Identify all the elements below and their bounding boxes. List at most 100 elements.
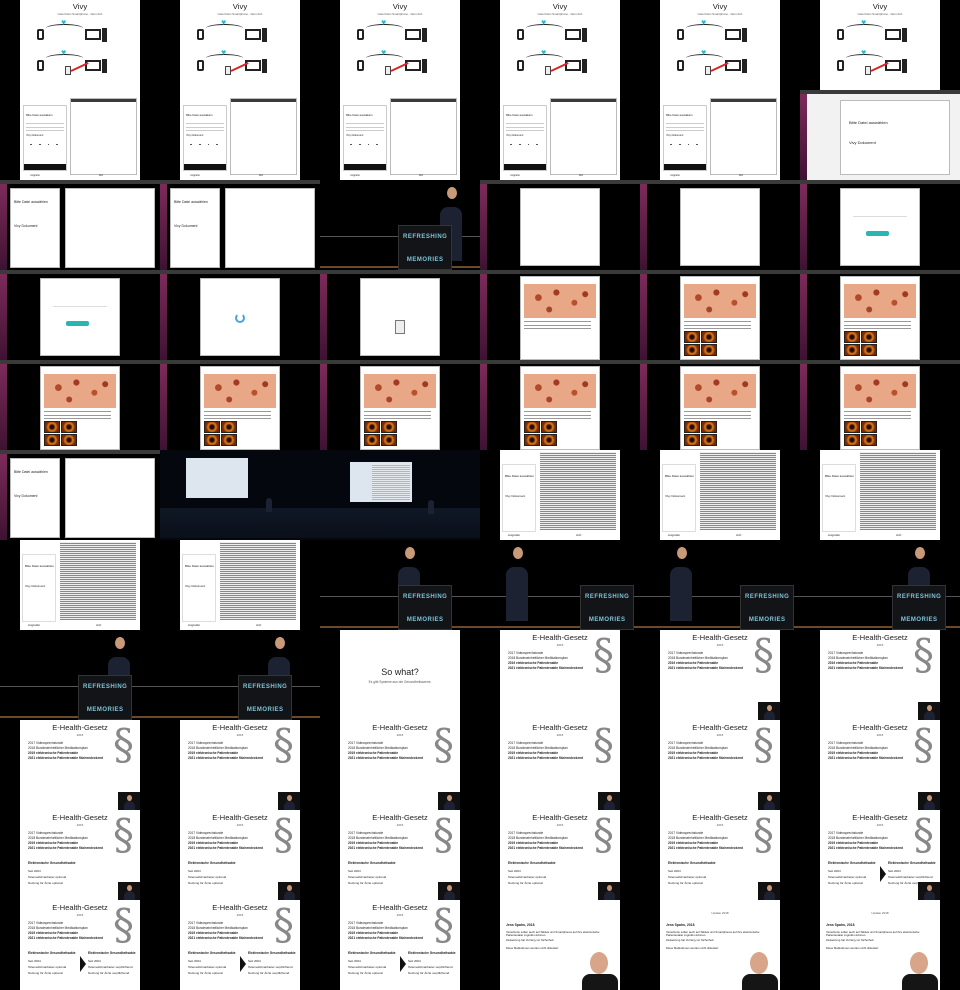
box-item: Nutzung für Ärzte optional [348, 881, 383, 885]
spahn-slide[interactable]: Update 2018 Jens Spahn, 2018 Versicherte s… [660, 900, 780, 990]
phone-heading: Bitte Datei auswählen [26, 113, 53, 117]
spahn-slide[interactable]: Update 2018 Jens Spahn, 2018 Versicherte s… [820, 900, 940, 990]
podium-text-1: REFRESHING [83, 684, 128, 690]
desktop-screen[interactable] [160, 270, 320, 360]
stage-view[interactable]: REFRESHING MEMORIES [480, 540, 640, 630]
desktop-screen[interactable] [480, 360, 640, 450]
ehealth-slide[interactable]: E-Health-Gesetz 2015 § 2017 Videosprechstun… [660, 720, 780, 810]
noise-slide[interactable]: Bitte Datei auswählen Vivy Dokument Angrei… [500, 450, 620, 540]
desktop-screen[interactable] [800, 180, 960, 270]
ehealth-slide[interactable]: E-Health-Gesetz 2015 § 2017 Videosprechstun… [820, 630, 940, 720]
desktop-screen[interactable] [0, 360, 160, 450]
vivy-slide[interactable]: Vivy Lässt Dein Smartphone - Dein Arzt ♥ ♥ B… [20, 0, 140, 180]
browser-window [225, 188, 315, 268]
stage-view[interactable]: REFRESHING MEMORIES [640, 540, 800, 630]
ehealth-item: 2019 elektronische Patientenakte [828, 751, 879, 755]
desktop-screen[interactable] [800, 270, 960, 360]
ehealth-item: 2019 elektronische Patientenakte [28, 931, 79, 935]
section-symbol: § [753, 630, 774, 679]
text-line [524, 414, 592, 416]
podium: REFRESHING MEMORIES [398, 225, 453, 270]
box-item: Nutzung für Ärzte verpflichtend [408, 971, 450, 975]
ehealth-item: 2021 elektronische Patientenakte flächen… [28, 936, 104, 940]
stage-view[interactable]: REFRESHING MEMORIES [160, 630, 320, 720]
desktop-screen[interactable]: Bitte Datei auswählen Vivy Dokument [0, 450, 160, 540]
ehealth-slide[interactable]: E-Health-Gesetz 2015 § 2017 Videosprechstun… [340, 720, 460, 810]
desktop-screen[interactable] [480, 180, 640, 270]
noise-slide[interactable]: Bitte Datei auswählen Vivy Dokument Angrei… [660, 450, 780, 540]
text-line [666, 123, 704, 125]
desktop-screen[interactable] [320, 270, 480, 360]
box-item: Telemedizinanbieter optional [828, 875, 867, 879]
ehealth-slide[interactable]: E-Health-Gesetz 2015 § 2017 Videosprechstun… [660, 630, 780, 720]
ehealth-item: 2021 elektronische Patientenakte flächen… [28, 846, 104, 850]
launcher-sidebar [480, 274, 487, 360]
computer-icon [245, 29, 261, 41]
document-icon [395, 320, 405, 334]
ehealth-slide[interactable]: E-Health-Gesetz 2015 § 2017 Videosprechstun… [180, 900, 300, 990]
stage-view[interactable]: REFRESHING MEMORIES [320, 180, 480, 270]
ehealth-slide[interactable]: E-Health-Gesetz 2015 § 2017 Videosprechstun… [180, 810, 300, 900]
browser-window [200, 278, 280, 356]
stage-view[interactable]: REFRESHING MEMORIES [0, 630, 160, 720]
box-item: Seit 2004 [668, 869, 681, 873]
phone-subheading: Vivy Dokument [25, 584, 46, 588]
box-item: Seit 2004 [88, 959, 101, 963]
hall-view[interactable] [320, 450, 480, 540]
section-symbol: § [273, 900, 294, 949]
noise-slide[interactable]: Bitte Datei auswählen Vivy Dokument Angrei… [820, 450, 940, 540]
desktop-screen[interactable]: Bitte Datei auswählen Vivy Dokument [0, 180, 160, 270]
ehealth-slide[interactable]: E-Health-Gesetz 2015 § 2017 Videosprechstun… [500, 720, 620, 810]
section-symbol: § [273, 810, 294, 859]
desktop-screen[interactable] [320, 360, 480, 450]
stage-view[interactable]: REFRESHING MEMORIES [320, 540, 480, 630]
ehealth-slide[interactable]: E-Health-Gesetz 2015 § 2017 Videosprechstun… [20, 810, 140, 900]
noise-slide[interactable]: Bitte Datei auswählen Vivy Dokument Angrei… [20, 540, 140, 630]
desktop-screen[interactable] [0, 270, 160, 360]
desktop-screen[interactable]: Bitte Datei auswählen Vivy Dokument [160, 180, 320, 270]
pin-dot [30, 143, 33, 146]
spahn-slide[interactable]: Jens Spahn, 2018 Versicherte sollen auch … [500, 900, 620, 990]
stage-view[interactable]: REFRESHING MEMORIES [800, 540, 960, 630]
so-what-slide[interactable]: So what? Es gibt Systeme aus der Gesundhe… [340, 630, 460, 720]
ehealth-slide[interactable]: E-Health-Gesetz 2015 § 2017 Videosprechstun… [180, 720, 300, 810]
ehealth-slide[interactable]: E-Health-Gesetz 2015 § 2017 Videosprechstun… [500, 630, 620, 720]
browser-titlebar [710, 99, 776, 102]
desktop-screen[interactable] [800, 360, 960, 450]
text-line [44, 414, 112, 416]
ehealth-slide[interactable]: E-Health-Gesetz 2015 § 2017 Videosprechstun… [660, 810, 780, 900]
stage [160, 508, 320, 538]
text-line [844, 411, 912, 413]
ehealth-slide[interactable]: E-Health-Gesetz 2015 § 2017 Videosprechstun… [500, 810, 620, 900]
vivy-slide[interactable]: Vivy Lässt Dein Smartphone - Dein Arzt ♥ ♥ B… [660, 0, 780, 180]
desktop-screen[interactable] [640, 180, 800, 270]
desktop-screen[interactable]: Bitte Datei auswählen Vivy Dokument [800, 90, 960, 180]
skin-photo [844, 373, 916, 408]
vivy-slide[interactable]: Vivy Lässt Dein Smartphone - Dein Arzt ♥ ♥ B… [500, 0, 620, 180]
desktop-screen[interactable] [160, 360, 320, 450]
endoscopy-image [844, 421, 860, 433]
vivy-slide[interactable]: Vivy Lässt Dein Smartphone - Dein Arzt ♥ ♥ B… [340, 0, 460, 180]
hall-view[interactable] [160, 450, 320, 540]
desktop-screen[interactable] [480, 270, 640, 360]
vivy-slide[interactable]: Vivy Lässt Dein Smartphone - Dein Arzt ♥ ♥ B… [180, 0, 300, 180]
endoscopy-image [701, 344, 717, 356]
tower-icon [102, 59, 108, 73]
noise-slide[interactable]: Bitte Datei auswählen Vivy Dokument Angrei… [180, 540, 300, 630]
top-panel [160, 360, 320, 364]
text-line [44, 417, 112, 419]
ehealth-item: 2017 Videosprechstunde [28, 741, 64, 745]
desktop-screen[interactable] [640, 270, 800, 360]
speaker-photo [738, 950, 780, 990]
ehealth-slide[interactable]: E-Health-Gesetz 2015 § 2017 Videosprechstun… [20, 720, 140, 810]
ehealth-slide[interactable]: E-Health-Gesetz 2015 § 2017 Videosprechstun… [20, 900, 140, 990]
ehealth-item: 2019 elektronische Patientenakte [348, 751, 399, 755]
desktop-screen[interactable] [640, 360, 800, 450]
speaker-inset [918, 702, 940, 720]
ehealth-slide[interactable]: E-Health-Gesetz 2015 § 2017 Videosprechstun… [340, 900, 460, 990]
top-panel [800, 360, 960, 364]
ehealth-slide[interactable]: E-Health-Gesetz 2015 § 2017 Videosprechstun… [820, 810, 940, 900]
ehealth-slide[interactable]: E-Health-Gesetz 2015 § 2017 Videosprechstun… [820, 720, 940, 810]
vivy-slide[interactable]: Vivy Lässt Dein Smartphone - Dein Arzt ♥ ♥ [820, 0, 940, 90]
ehealth-slide[interactable]: E-Health-Gesetz 2015 § 2017 Videosprechstun… [340, 810, 460, 900]
